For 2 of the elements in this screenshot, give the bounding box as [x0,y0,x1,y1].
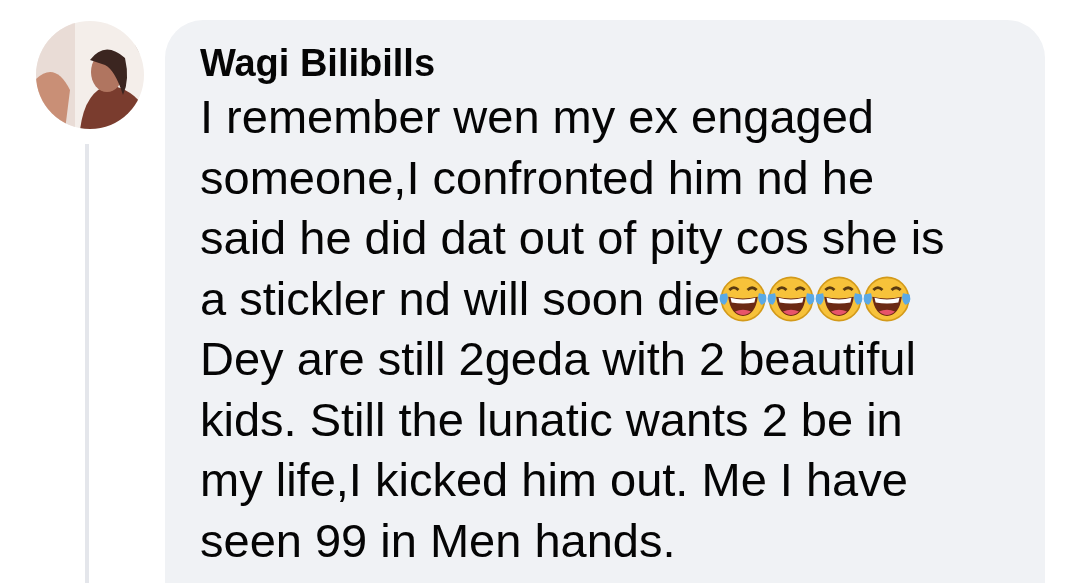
comment-text: I remember wen my ex engaged someone,I confronted him nd he said he did dat out of pity cos she is a stickler nd will soon die Dey are still 2geda with 2 beautiful kids. Still the lunatic wants 2 be in my life,I kicked him out. Me I have seen 99 in Men hands. [200,89,946,569]
author-name[interactable]: Wagi Bilibills [200,42,1025,85]
